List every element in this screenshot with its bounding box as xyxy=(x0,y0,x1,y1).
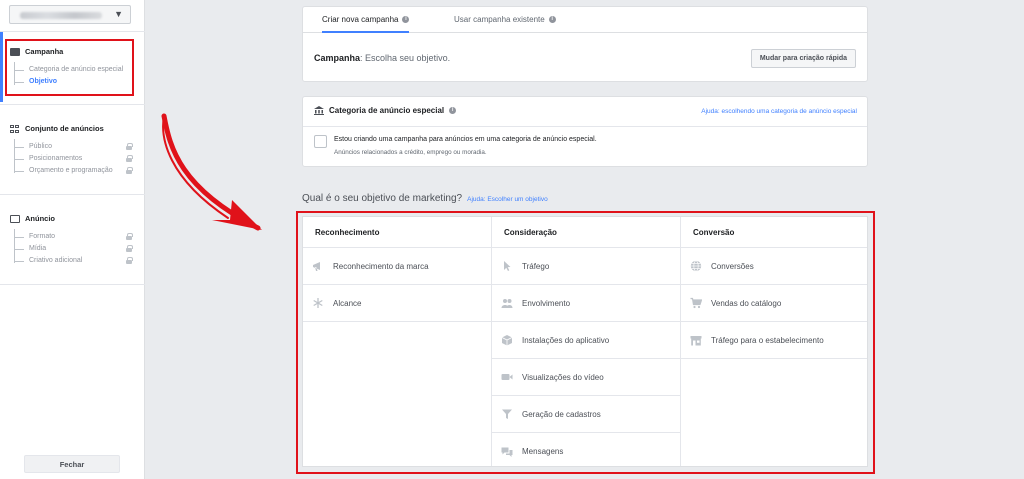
sidebar-item-format[interactable]: Formato xyxy=(14,233,138,240)
tab-use-existing-campaign[interactable]: Usar campanha existente i xyxy=(454,7,556,33)
lock-icon xyxy=(126,143,133,150)
close-button[interactable]: Fechar xyxy=(24,455,120,473)
box-icon xyxy=(501,335,513,346)
sidebar-item-placements[interactable]: Posicionamentos xyxy=(14,155,138,162)
ad-screen-icon xyxy=(10,214,20,223)
lock-icon xyxy=(126,257,133,264)
objective-column-awareness: Reconhecimento Reconhecimento da marca A… xyxy=(303,217,491,466)
tab-bar: Criar nova campanha i Usar campanha exist… xyxy=(303,7,867,33)
sidebar-section-title: Anúncio xyxy=(25,214,55,223)
chat-bubbles-icon xyxy=(501,447,513,457)
quick-creation-button[interactable]: Mudar para criação rápida xyxy=(750,49,856,68)
objective-engagement[interactable]: Envolvimento xyxy=(492,285,680,322)
campaign-card: Criar nova campanha i Usar campanha exist… xyxy=(302,6,868,82)
cursor-icon xyxy=(504,261,511,271)
objective-question: Qual é o seu objetivo de marketing? Ajuda… xyxy=(302,193,548,204)
info-icon: i xyxy=(402,16,410,24)
sidebar-item-audience[interactable]: Público xyxy=(14,143,138,150)
objective-reach[interactable]: Alcance xyxy=(303,285,491,322)
special-category-title: Categoria de anúncio especial i xyxy=(314,106,457,115)
active-section-indicator xyxy=(0,32,3,102)
objective-lead-generation[interactable]: Geração de cadastros xyxy=(492,396,680,433)
column-header: Conversão xyxy=(681,217,867,248)
divider xyxy=(0,31,145,32)
objective-traffic[interactable]: Tráfego xyxy=(492,248,680,285)
tab-create-new-campaign[interactable]: Criar nova campanha i xyxy=(322,7,410,33)
objective-video-views[interactable]: Visualizações do vídeo xyxy=(492,359,680,396)
account-selector[interactable]: ▼ xyxy=(9,5,131,24)
shopping-cart-icon xyxy=(690,297,702,309)
sidebar-tree-ad: Formato Mídia Criativo adicional xyxy=(14,229,138,269)
divider xyxy=(0,284,145,285)
objective-column-consideration: Consideração Tráfego Envolvimento Instal… xyxy=(492,217,680,466)
store-icon xyxy=(690,336,702,346)
sidebar-tree-campaign: Categoria de anúncio especial Objetivo xyxy=(14,62,138,92)
divider xyxy=(0,194,145,195)
objective-help-link[interactable]: Ajuda: Escolher um objetivo xyxy=(467,196,548,203)
special-category-checkbox[interactable] xyxy=(314,135,327,148)
left-sidebar: ▼ Campanha Categoria de anúncio especial… xyxy=(0,0,145,479)
objective-app-installs[interactable]: Instalações do aplicativo xyxy=(492,322,680,359)
bank-icon xyxy=(314,106,324,115)
lock-icon xyxy=(126,167,133,174)
sidebar-item-budget-schedule[interactable]: Orçamento e programação xyxy=(14,167,138,174)
sidebar-section-title: Campanha xyxy=(25,47,64,56)
sidebar-tree-adset: Público Posicionamentos Orçamento e prog… xyxy=(14,139,138,179)
sidebar-item-additional-creative[interactable]: Criativo adicional xyxy=(14,257,138,264)
objective-messages[interactable]: Mensagens xyxy=(492,433,680,470)
sidebar-item-media[interactable]: Mídia xyxy=(14,245,138,252)
campaign-objective-text: Campanha: Escolha seu objetivo. xyxy=(314,53,451,63)
lock-icon xyxy=(126,245,133,252)
objective-store-traffic[interactable]: Tráfego para o estabelecimento xyxy=(681,322,867,359)
snowflake-icon xyxy=(313,298,323,308)
lock-icon xyxy=(126,155,133,162)
sidebar-item-objective[interactable]: Objetivo xyxy=(14,78,138,85)
special-category-checkbox-sublabel: Anúncios relacionados a crédito, emprego… xyxy=(334,149,487,156)
divider xyxy=(0,104,145,105)
video-camera-icon xyxy=(501,374,513,380)
chevron-down-icon: ▼ xyxy=(114,9,123,19)
special-category-help-link[interactable]: Ajuda: escolhendo uma categoria de anúnc… xyxy=(701,108,857,115)
sidebar-section-ad[interactable]: Anúncio xyxy=(10,214,55,223)
column-header: Reconhecimento xyxy=(303,217,491,248)
objective-column-conversion: Conversão Conversões Vendas do catálogo … xyxy=(681,217,867,466)
grid-icon xyxy=(10,124,20,133)
info-icon: i xyxy=(449,107,457,114)
sidebar-section-adset[interactable]: Conjunto de anúncios xyxy=(10,124,104,133)
globe-icon xyxy=(690,260,702,272)
funnel-icon xyxy=(502,409,512,419)
objective-brand-awareness[interactable]: Reconhecimento da marca xyxy=(303,248,491,285)
people-icon xyxy=(501,299,513,308)
info-icon: i xyxy=(548,16,556,24)
column-header: Consideração xyxy=(492,217,680,248)
objectives-grid: Reconhecimento Reconhecimento da marca A… xyxy=(302,216,868,467)
sidebar-section-campaign[interactable]: Campanha xyxy=(10,47,63,56)
sidebar-section-title: Conjunto de anúncios xyxy=(25,124,104,133)
annotation-arrow-icon xyxy=(161,113,262,231)
account-name-blurred xyxy=(20,12,102,19)
objective-conversions[interactable]: Conversões xyxy=(681,248,867,285)
sidebar-item-special-category[interactable]: Categoria de anúncio especial xyxy=(14,66,138,73)
objective-catalog-sales[interactable]: Vendas do catálogo xyxy=(681,285,867,322)
megaphone-icon xyxy=(313,262,320,271)
lock-icon xyxy=(126,233,133,240)
special-category-checkbox-label: Estou criando uma campanha para anúncios… xyxy=(334,136,597,143)
folder-icon xyxy=(10,47,20,56)
special-category-card: Categoria de anúncio especial i Ajuda: e… xyxy=(302,96,868,167)
